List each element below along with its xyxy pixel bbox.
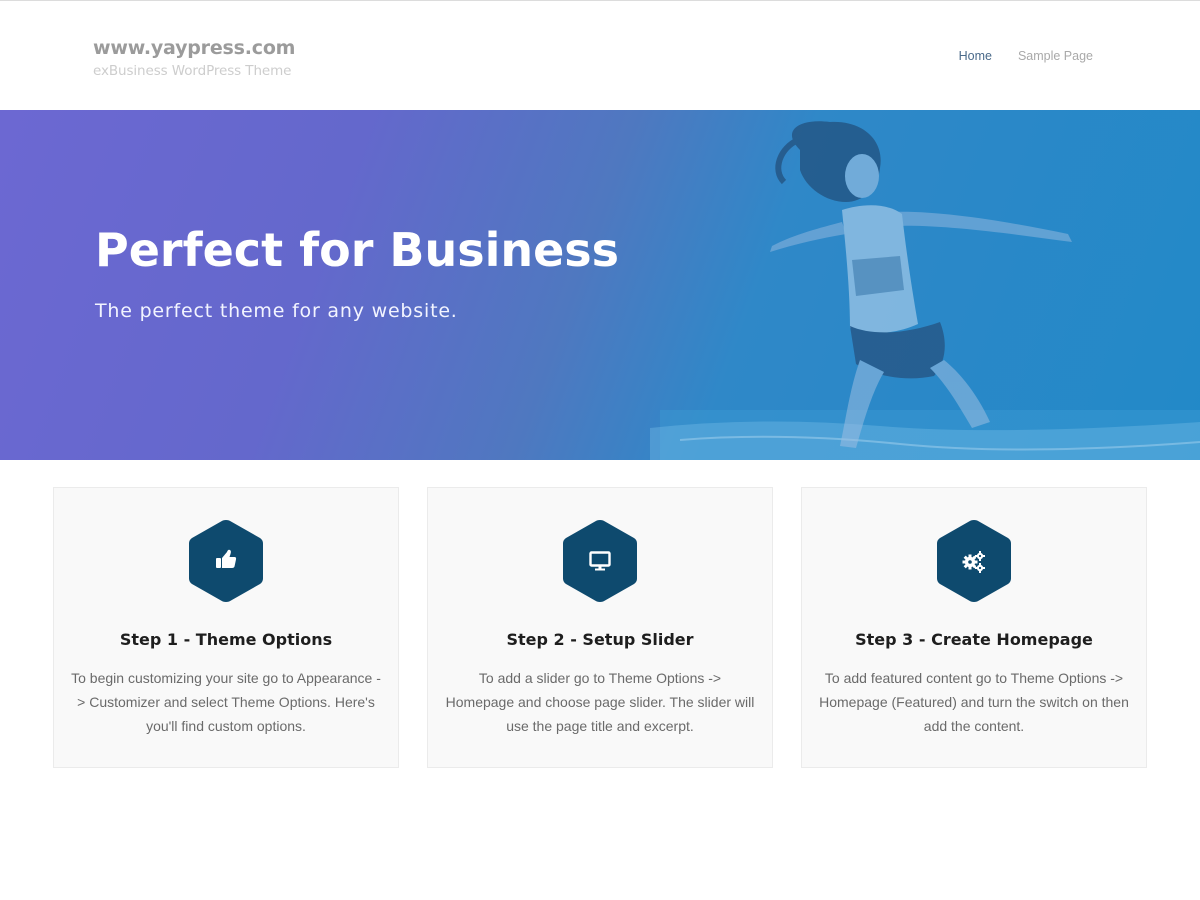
hero-banner: Perfect for Business The perfect theme f…	[0, 110, 1200, 460]
nav-item-sample-page[interactable]: Sample Page	[1018, 48, 1093, 64]
feature-description: To add a slider go to Theme Options -> H…	[445, 670, 755, 734]
hero-subtitle: The perfect theme for any website.	[95, 300, 458, 322]
hexagon-icon-badge	[187, 517, 265, 605]
feature-card: Step 1 - Theme Options To begin customiz…	[53, 487, 399, 768]
hero-title: Perfect for Business	[95, 223, 620, 277]
hero-background-photo	[650, 121, 1200, 460]
feature-description: To add featured content go to Theme Opti…	[819, 670, 1129, 734]
feature-card: Step 3 - Create Homepage To add featured…	[801, 487, 1147, 768]
feature-card: Step 2 - Setup Slider To add a slider go…	[427, 487, 773, 768]
feature-title: Step 3 - Create Homepage	[855, 630, 1093, 649]
feature-description: To begin customizing your site go to App…	[71, 670, 381, 734]
site-branding: www.yaypress.com exBusiness WordPress Th…	[93, 37, 295, 80]
main-navigation: Home Sample Page	[959, 48, 1093, 64]
nav-item-home[interactable]: Home	[959, 48, 992, 64]
site-description: exBusiness WordPress Theme	[93, 63, 292, 79]
site-title-link[interactable]: www.yaypress.com	[93, 37, 295, 59]
feature-title: Step 2 - Setup Slider	[506, 630, 694, 649]
feature-title: Step 1 - Theme Options	[119, 630, 333, 649]
features-section: Step 1 - Theme Options To begin customiz…	[53, 487, 1147, 768]
site-header: www.yaypress.com exBusiness WordPress Th…	[0, 1, 1200, 110]
hexagon-icon-badge	[935, 517, 1013, 605]
hexagon-icon-badge	[561, 517, 639, 605]
